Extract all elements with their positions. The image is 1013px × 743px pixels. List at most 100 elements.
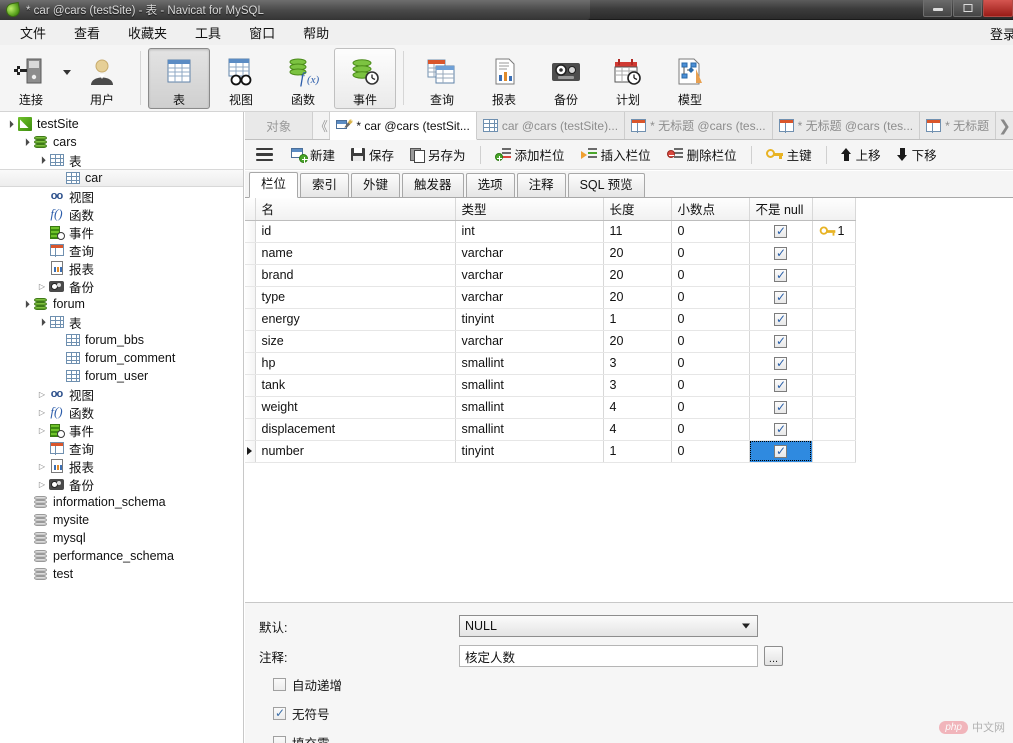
cell-primary-key[interactable]: 1 — [812, 220, 856, 243]
tree-item[interactable]: mysite — [0, 511, 243, 529]
menu-item-favorites[interactable]: 收藏夹 — [114, 20, 181, 45]
menu-item-window[interactable]: 窗口 — [235, 20, 289, 45]
cell-not-null[interactable] — [749, 352, 813, 375]
tree-item[interactable]: 事件 — [0, 421, 243, 439]
collapse-sidebar-button[interactable]: 《 — [312, 112, 331, 139]
cell-field-length[interactable]: 4 — [603, 396, 672, 419]
toolbar-table-button[interactable]: 表 — [148, 48, 210, 109]
cell-field-type[interactable]: varchar — [455, 242, 604, 265]
move-up-button[interactable]: 上移 — [833, 142, 889, 167]
fields-grid[interactable]: 名 类型 长度 小数点 不是 null idint1101namevarchar… — [245, 198, 1013, 602]
tree-twisty-closed-icon[interactable] — [36, 462, 48, 471]
unsigned-checkbox[interactable] — [273, 706, 286, 720]
table-row[interactable]: name varchar 20 0 — [245, 242, 856, 265]
cell-field-type[interactable]: tinyint — [455, 440, 604, 463]
cell-not-null[interactable] — [749, 308, 813, 331]
tree-item[interactable]: test — [0, 565, 243, 583]
toolbar-report-button[interactable]: 报表 — [473, 48, 535, 109]
comment-browse-button[interactable]: ... — [764, 646, 783, 666]
cell-not-null[interactable] — [749, 330, 813, 353]
cell-field-decimals[interactable]: 0 — [671, 308, 750, 331]
new-button[interactable]: 新建 — [283, 142, 343, 167]
toolbar-backup-button[interactable]: 备份 — [535, 48, 597, 109]
cell-field-decimals[interactable]: 0 — [671, 330, 750, 353]
cell-field-name[interactable]: energy — [255, 308, 456, 331]
editor-tab[interactable]: * car @cars (testSit... — [330, 112, 477, 140]
sub-tab[interactable]: 触发器 — [402, 173, 464, 197]
cell-not-null[interactable] — [749, 396, 813, 419]
table-row[interactable]: energy tinyint 1 0 — [245, 308, 856, 331]
tree-item[interactable]: cars — [0, 133, 243, 151]
tree-item[interactable]: forum_user — [0, 367, 243, 385]
tree-item[interactable]: oo 视图 — [0, 187, 243, 205]
not-null-checkbox[interactable] — [774, 400, 787, 415]
tree-item[interactable]: forum — [0, 295, 243, 313]
save-button[interactable]: 保存 — [343, 142, 402, 167]
cell-field-decimals[interactable]: 0 — [671, 220, 750, 243]
tree-item[interactable]: 表 — [0, 313, 243, 331]
cell-primary-key[interactable] — [812, 242, 856, 265]
not-null-checkbox[interactable] — [774, 246, 787, 261]
column-header-length[interactable]: 长度 — [603, 198, 672, 221]
row-handle[interactable] — [245, 286, 256, 309]
row-handle[interactable] — [245, 440, 256, 463]
cell-primary-key[interactable] — [812, 440, 856, 463]
tree-item[interactable]: forum_comment — [0, 349, 243, 367]
editor-tab[interactable]: car @cars (testSite)... — [476, 112, 626, 139]
add-field-button[interactable]: 添加栏位 — [487, 142, 573, 167]
cell-field-type[interactable]: smallint — [455, 374, 604, 397]
not-null-checkbox[interactable] — [774, 224, 787, 239]
tree-item[interactable]: car — [0, 169, 243, 187]
tree-twisty-closed-icon[interactable] — [36, 426, 48, 435]
row-handle[interactable] — [245, 264, 256, 287]
maximize-button[interactable] — [953, 0, 982, 17]
toolbar-event-button[interactable]: 事件 — [334, 48, 396, 109]
not-null-checkbox[interactable] — [774, 312, 787, 327]
cell-not-null[interactable] — [749, 418, 813, 441]
cell-field-type[interactable]: int — [455, 220, 604, 243]
cell-not-null[interactable] — [749, 220, 813, 243]
sub-tab[interactable]: 外键 — [351, 173, 401, 197]
tree-item[interactable]: 事件 — [0, 223, 243, 241]
not-null-checkbox[interactable] — [774, 268, 787, 283]
menu-item-view[interactable]: 查看 — [60, 20, 114, 45]
row-handle[interactable] — [245, 352, 256, 375]
editor-tab[interactable]: * 无标题 @cars (tes... — [625, 112, 773, 139]
tree-item[interactable]: 查询 — [0, 439, 243, 457]
column-header-not-null[interactable]: 不是 null — [749, 198, 813, 221]
cell-field-decimals[interactable]: 0 — [671, 374, 750, 397]
cell-field-length[interactable]: 4 — [603, 418, 672, 441]
tree-item[interactable]: performance_schema — [0, 547, 243, 565]
tree-item[interactable]: information_schema — [0, 493, 243, 511]
tree-item[interactable]: 备份 — [0, 475, 243, 493]
toolbar-function-button[interactable]: f (x) 函数 — [272, 48, 334, 109]
cell-field-decimals[interactable]: 0 — [671, 264, 750, 287]
tree-twisty-open-icon[interactable] — [36, 318, 48, 326]
menu-item-file[interactable]: 文件 — [6, 20, 60, 45]
cell-not-null[interactable] — [749, 440, 813, 463]
sub-tab[interactable]: 索引 — [300, 173, 350, 197]
tree-twisty-open-icon[interactable] — [4, 120, 16, 128]
cell-field-type[interactable]: varchar — [455, 286, 604, 309]
tree-item[interactable]: f() 函数 — [0, 403, 243, 421]
column-header-decimals[interactable]: 小数点 — [671, 198, 750, 221]
cell-primary-key[interactable] — [812, 264, 856, 287]
cell-field-type[interactable]: varchar — [455, 264, 604, 287]
cell-field-length[interactable]: 3 — [603, 352, 672, 375]
tree-item[interactable]: testSite — [0, 115, 243, 133]
not-null-checkbox[interactable] — [774, 422, 787, 437]
table-row[interactable]: number tinyint 1 0 — [245, 440, 856, 463]
not-null-checkbox[interactable] — [774, 334, 787, 349]
cell-field-length[interactable]: 1 — [603, 308, 672, 331]
tree-item[interactable]: 查询 — [0, 241, 243, 259]
cell-field-length[interactable]: 11 — [603, 220, 672, 243]
tree-twisty-closed-icon[interactable] — [36, 408, 48, 417]
cell-field-decimals[interactable]: 0 — [671, 242, 750, 265]
primary-key-button[interactable]: 主键 — [758, 142, 820, 167]
cell-field-name[interactable]: displacement — [255, 418, 456, 441]
table-row[interactable]: size varchar 20 0 — [245, 330, 856, 353]
cell-primary-key[interactable] — [812, 418, 856, 441]
auto-increment-row[interactable]: 自动递增 — [273, 675, 1013, 694]
cell-field-decimals[interactable]: 0 — [671, 352, 750, 375]
cell-field-decimals[interactable]: 0 — [671, 418, 750, 441]
